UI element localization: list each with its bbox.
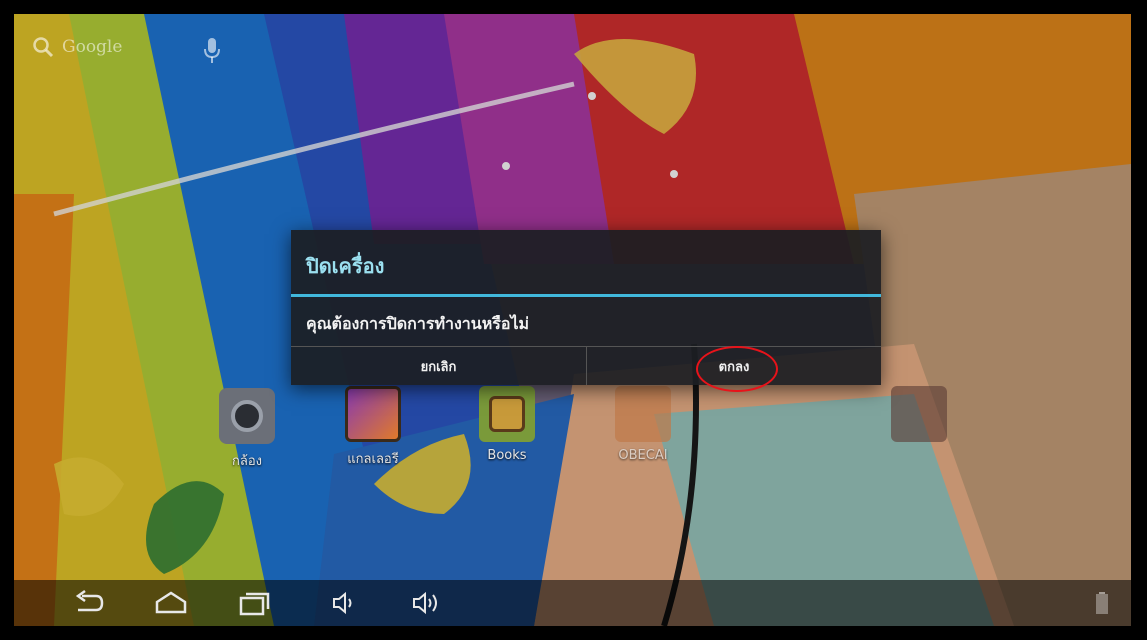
app-label: กล้อง <box>232 454 262 469</box>
dialog-message: คุณต้องการปิดการทำงานหรือไม่ <box>306 314 530 333</box>
camera-icon <box>219 388 275 444</box>
cancel-button[interactable]: ยกเลิก <box>291 347 587 385</box>
microphone-icon[interactable] <box>204 38 220 64</box>
obecai-icon <box>615 386 671 442</box>
app-obecai[interactable]: OBECAI <box>588 386 698 463</box>
app-books[interactable]: Books <box>452 386 562 463</box>
tablet-screen: Google กล้อง แกลเลอรี Books OBECAI ปิดเค… <box>14 14 1131 626</box>
app-label: Books <box>487 448 527 463</box>
app-gallery[interactable]: แกลเลอรี <box>318 386 428 469</box>
photo-frame: Google กล้อง แกลเลอรี Books OBECAI ปิดเค… <box>6 6 1139 632</box>
app-icon <box>891 386 947 442</box>
home-icon[interactable] <box>154 588 188 618</box>
system-nav-bar <box>14 580 1131 626</box>
shutdown-dialog: ปิดเครื่อง คุณต้องการปิดการทำงานหรือไม่ … <box>291 230 881 385</box>
app-label: แกลเลอรี <box>347 452 399 467</box>
books-icon <box>479 386 535 442</box>
app-label: OBECAI <box>618 448 668 463</box>
highlight-circle <box>696 346 778 392</box>
back-icon[interactable] <box>72 588 106 618</box>
app-unknown[interactable] <box>864 386 974 448</box>
gallery-icon <box>345 386 401 442</box>
volume-down-icon[interactable] <box>330 588 360 618</box>
title-divider <box>291 294 881 297</box>
recent-apps-icon[interactable] <box>238 588 272 618</box>
search-label: Google <box>62 37 123 57</box>
google-search-bar[interactable]: Google <box>32 36 122 58</box>
app-camera[interactable]: กล้อง <box>192 388 302 471</box>
dialog-title: ปิดเครื่อง <box>306 254 385 278</box>
search-icon <box>33 37 54 58</box>
volume-up-icon[interactable] <box>410 588 444 618</box>
battery-icon <box>1096 592 1108 614</box>
